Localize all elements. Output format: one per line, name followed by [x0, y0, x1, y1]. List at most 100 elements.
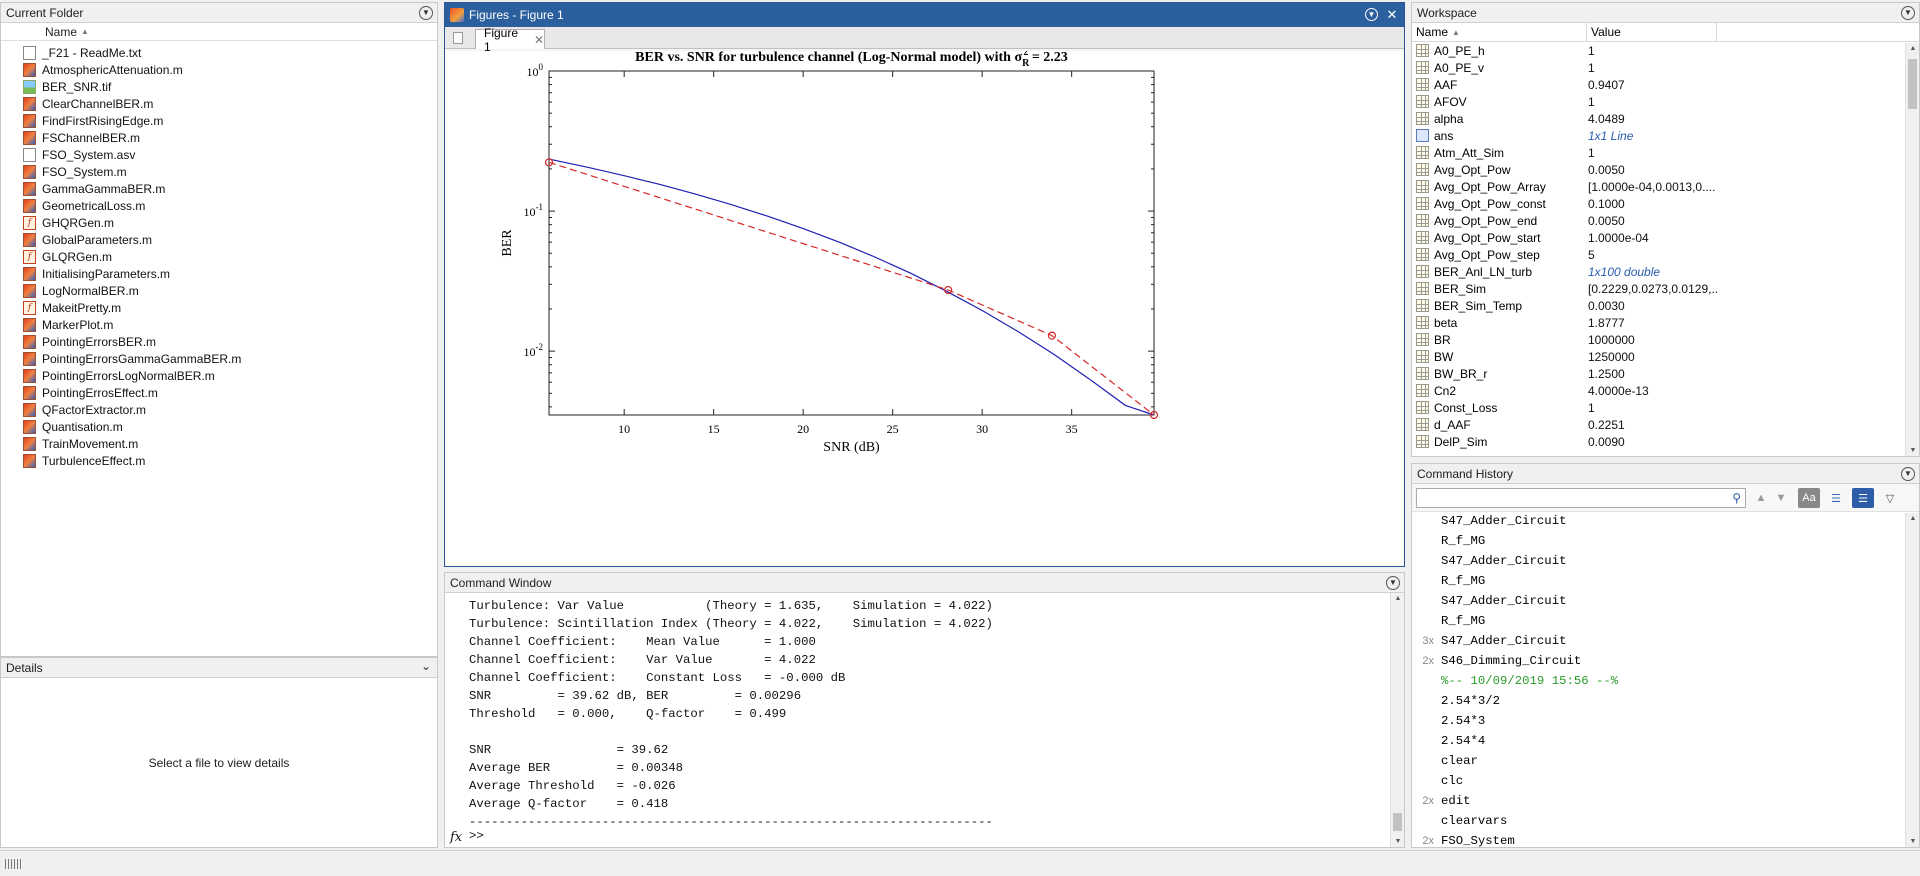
- workspace-row[interactable]: BW_BR_r 1.2500: [1412, 365, 1919, 382]
- file-item[interactable]: FindFirstRisingEdge.m: [1, 112, 437, 129]
- workspace-row[interactable]: Const_Loss 1: [1412, 399, 1919, 416]
- scroll-up-icon[interactable]: ▲: [1908, 45, 1918, 52]
- file-item[interactable]: AtmosphericAttenuation.m: [1, 61, 437, 78]
- history-entry[interactable]: 2x edit: [1412, 791, 1470, 811]
- panel-actions-icon[interactable]: ▼: [1901, 6, 1915, 20]
- workspace-row[interactable]: A0_PE_v 1: [1412, 59, 1919, 76]
- history-entry[interactable]: S47_Adder_Circuit: [1412, 591, 1566, 611]
- panel-actions-icon[interactable]: ▼: [1901, 467, 1915, 481]
- search-icon[interactable]: ⚲: [1732, 491, 1741, 505]
- workspace-row[interactable]: Avg_Opt_Pow 0.0050: [1412, 161, 1919, 178]
- file-item[interactable]: Quantisation.m: [1, 418, 437, 435]
- history-entry[interactable]: R_f_MG: [1412, 611, 1485, 631]
- command-window-output[interactable]: fx >> Turbulence: Var Value (Theory = 1.…: [445, 593, 1390, 847]
- history-entry[interactable]: 2.54*4: [1412, 731, 1485, 751]
- workspace-row[interactable]: d_AAF 0.2251: [1412, 416, 1919, 433]
- file-item[interactable]: PointingErrosEffect.m: [1, 384, 437, 401]
- scroll-up-icon[interactable]: ▲: [1393, 595, 1403, 602]
- file-item[interactable]: f MakeitPretty.m: [1, 299, 437, 316]
- workspace-row[interactable]: BER_Sim_Temp 0.0030: [1412, 297, 1919, 314]
- workspace-row[interactable]: Avg_Opt_Pow_step 5: [1412, 246, 1919, 263]
- file-item[interactable]: _F21 - ReadMe.txt: [1, 44, 437, 61]
- workspace-row[interactable]: Avg_Opt_Pow_const 0.1000: [1412, 195, 1919, 212]
- history-entry[interactable]: S47_Adder_Circuit: [1412, 513, 1566, 531]
- file-item[interactable]: LogNormalBER.m: [1, 282, 437, 299]
- ber-snr-chart[interactable]: BER vs. SNR for turbulence channel (Log-…: [446, 47, 1403, 565]
- history-entry[interactable]: 3x S47_Adder_Circuit: [1412, 631, 1566, 651]
- file-item[interactable]: BER_SNR.tif: [1, 78, 437, 95]
- history-entry[interactable]: 2x FSO_System: [1412, 831, 1514, 847]
- workspace-scrollbar[interactable]: ▲ ▼: [1905, 43, 1919, 456]
- file-item[interactable]: MarkerPlot.m: [1, 316, 437, 333]
- workspace-row[interactable]: Avg_Opt_Pow_end 0.0050: [1412, 212, 1919, 229]
- history-entry[interactable]: 2x S46_Dimming_Circuit: [1412, 651, 1581, 671]
- file-item[interactable]: TurbulenceEffect.m: [1, 452, 437, 469]
- panel-actions-icon[interactable]: ▼: [419, 6, 433, 20]
- previous-match-icon[interactable]: ▲: [1750, 488, 1772, 508]
- file-item[interactable]: QFactorExtractor.m: [1, 401, 437, 418]
- file-item[interactable]: GeometricalLoss.m: [1, 197, 437, 214]
- file-item[interactable]: FSO_System.m: [1, 163, 437, 180]
- history-entry[interactable]: R_f_MG: [1412, 571, 1485, 591]
- file-item[interactable]: GlobalParameters.m: [1, 231, 437, 248]
- history-entry[interactable]: 2.54*3/2: [1412, 691, 1500, 711]
- panel-actions-icon[interactable]: ▼: [1386, 576, 1400, 590]
- workspace-row[interactable]: BER_Sim [0.2229,0.0273,0.0129,...: [1412, 280, 1919, 297]
- scroll-down-icon[interactable]: ▼: [1908, 447, 1918, 454]
- workspace-row[interactable]: BR 1000000: [1412, 331, 1919, 348]
- scrollbar-thumb[interactable]: [1393, 813, 1402, 831]
- history-entry[interactable]: clc: [1412, 771, 1463, 791]
- scroll-down-icon[interactable]: ▼: [1393, 838, 1403, 845]
- figure-canvas[interactable]: BER vs. SNR for turbulence channel (Log-…: [446, 47, 1403, 565]
- workspace-row[interactable]: beta 1.8777: [1412, 314, 1919, 331]
- history-entry[interactable]: R_f_MG: [1412, 531, 1485, 551]
- figure-actions-icon[interactable]: ▼: [1365, 8, 1378, 21]
- workspace-row[interactable]: ans 1x1 Line: [1412, 127, 1919, 144]
- history-search-input[interactable]: ⚲: [1416, 488, 1746, 508]
- file-item[interactable]: f GLQRGen.m: [1, 248, 437, 265]
- ws-value-column-header[interactable]: Value: [1587, 23, 1717, 41]
- command-window-scrollbar[interactable]: ▲ ▼: [1390, 593, 1404, 847]
- workspace-row[interactable]: BER_Anl_LN_turb 1x100 double: [1412, 263, 1919, 280]
- close-tab-icon[interactable]: ✕: [534, 33, 544, 47]
- scroll-down-icon[interactable]: ▼: [1908, 838, 1918, 845]
- workspace-row[interactable]: Atm_Att_Sim 1: [1412, 144, 1919, 161]
- file-item[interactable]: PointingErrorsGammaGammaBER.m: [1, 350, 437, 367]
- scrollbar-thumb[interactable]: [1908, 59, 1917, 109]
- close-icon[interactable]: ✕: [1384, 7, 1400, 23]
- workspace-row[interactable]: DelP_Sim 0.0090: [1412, 433, 1919, 450]
- workspace-row[interactable]: alpha 4.0489: [1412, 110, 1919, 127]
- file-item[interactable]: GammaGammaBER.m: [1, 180, 437, 197]
- file-item[interactable]: InitialisingParameters.m: [1, 265, 437, 282]
- workspace-row[interactable]: Cn2 4.0000e-13: [1412, 382, 1919, 399]
- file-item[interactable]: PointingErrorsBER.m: [1, 333, 437, 350]
- file-item[interactable]: ClearChannelBER.m: [1, 95, 437, 112]
- tab-figure-1[interactable]: Figure 1 ✕: [475, 26, 545, 54]
- function-browser-icon[interactable]: fx: [450, 830, 462, 845]
- name-column-header[interactable]: Name ▲: [1, 23, 437, 41]
- workspace-row[interactable]: BW 1250000: [1412, 348, 1919, 365]
- dock-icon[interactable]: [453, 32, 463, 44]
- history-entry[interactable]: S47_Adder_Circuit: [1412, 551, 1566, 571]
- file-item[interactable]: PointingErrorsLogNormalBER.m: [1, 367, 437, 384]
- chevron-down-icon[interactable]: ⌄: [421, 659, 431, 673]
- ws-name-column-header[interactable]: Name ▲: [1412, 23, 1587, 41]
- workspace-row[interactable]: Avg_Opt_Pow_Array [1.0000e-04,0.0013,0...…: [1412, 178, 1919, 195]
- match-case-icon[interactable]: Aa: [1798, 488, 1820, 508]
- workspace-row[interactable]: Avg_Opt_Pow_start 1.0000e-04: [1412, 229, 1919, 246]
- history-session-marker[interactable]: %-- 10/09/2019 15:56 --%: [1412, 671, 1618, 691]
- filter-icon[interactable]: ▽: [1879, 488, 1901, 508]
- history-entry[interactable]: clearvars: [1412, 811, 1507, 831]
- workspace-row[interactable]: A0_PE_h 1: [1412, 42, 1919, 59]
- workspace-row[interactable]: AFOV 1: [1412, 93, 1919, 110]
- history-entry[interactable]: 2.54*3: [1412, 711, 1485, 731]
- highlight-icon[interactable]: ☰: [1852, 488, 1874, 508]
- workspace-row[interactable]: AAF 0.9407: [1412, 76, 1919, 93]
- wrap-icon[interactable]: ☰: [1825, 488, 1847, 508]
- history-entry[interactable]: clear: [1412, 751, 1478, 771]
- file-item[interactable]: FSO_System.asv: [1, 146, 437, 163]
- history-scrollbar[interactable]: ▲ ▼: [1905, 513, 1919, 847]
- file-item[interactable]: f GHQRGen.m: [1, 214, 437, 231]
- file-item[interactable]: FSChannelBER.m: [1, 129, 437, 146]
- scroll-up-icon[interactable]: ▲: [1908, 515, 1918, 522]
